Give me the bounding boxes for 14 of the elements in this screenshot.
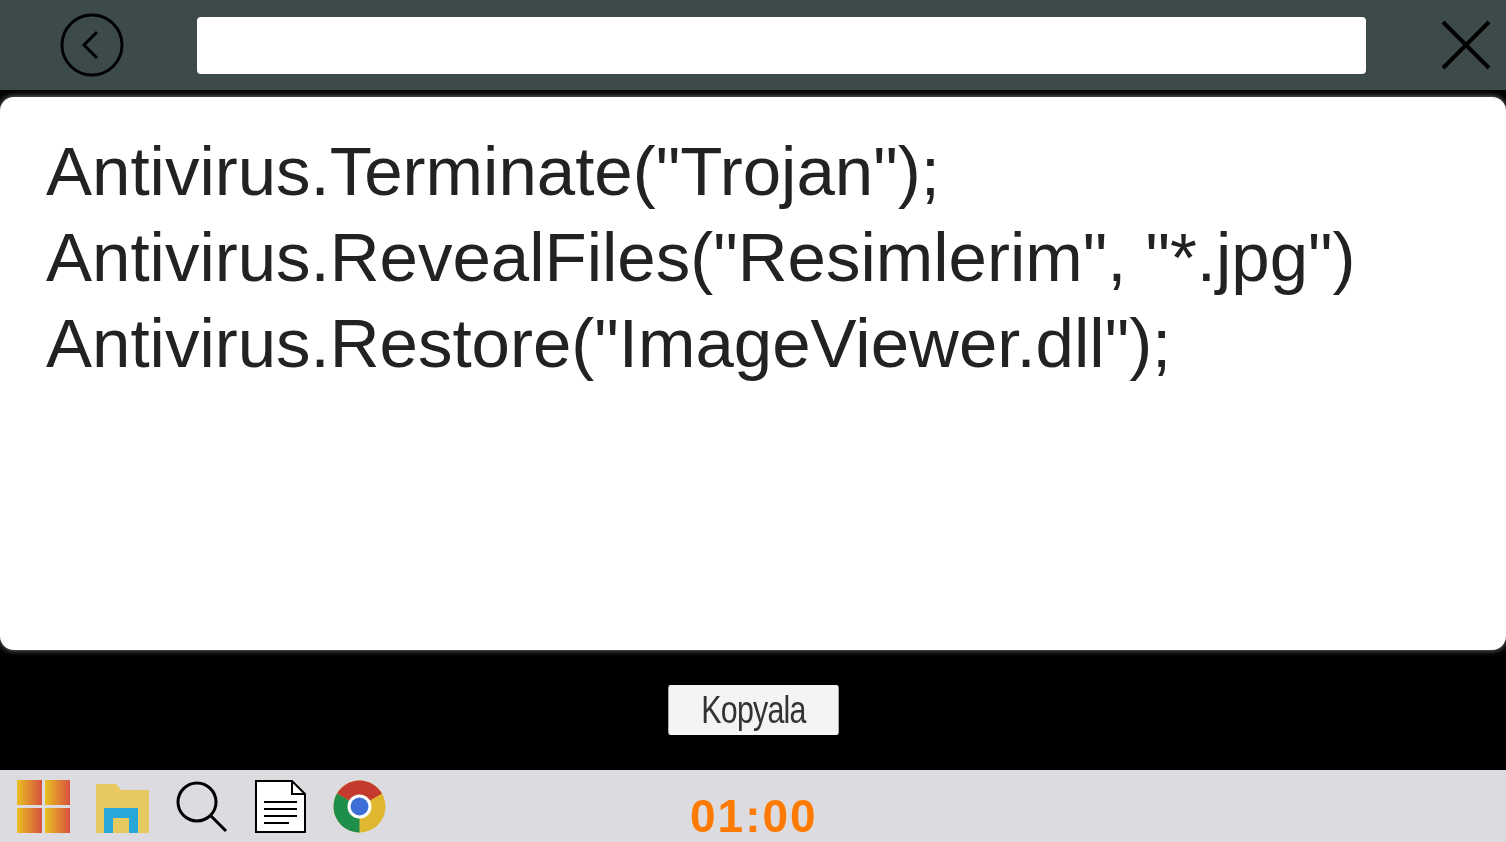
code-line: Antivirus.Terminate("Trojan");	[46, 132, 940, 212]
code-line: Antivirus.Restore("ImageViewer.dll");	[46, 304, 1172, 384]
close-button[interactable]	[1440, 19, 1492, 71]
browser-icon[interactable]	[333, 779, 386, 833]
search-icon[interactable]	[175, 779, 228, 833]
clock: 01:00	[690, 790, 818, 842]
code-line: Antivirus.RevealFiles("Resimlerim", "*.jpg")	[46, 218, 1356, 298]
start-icon[interactable]	[17, 779, 70, 833]
back-icon	[60, 13, 124, 77]
close-icon	[1441, 20, 1491, 70]
copy-button[interactable]: Kopyala	[667, 685, 839, 735]
back-button[interactable]	[60, 13, 124, 77]
document-icon[interactable]	[254, 779, 307, 833]
address-field[interactable]	[197, 16, 1366, 74]
